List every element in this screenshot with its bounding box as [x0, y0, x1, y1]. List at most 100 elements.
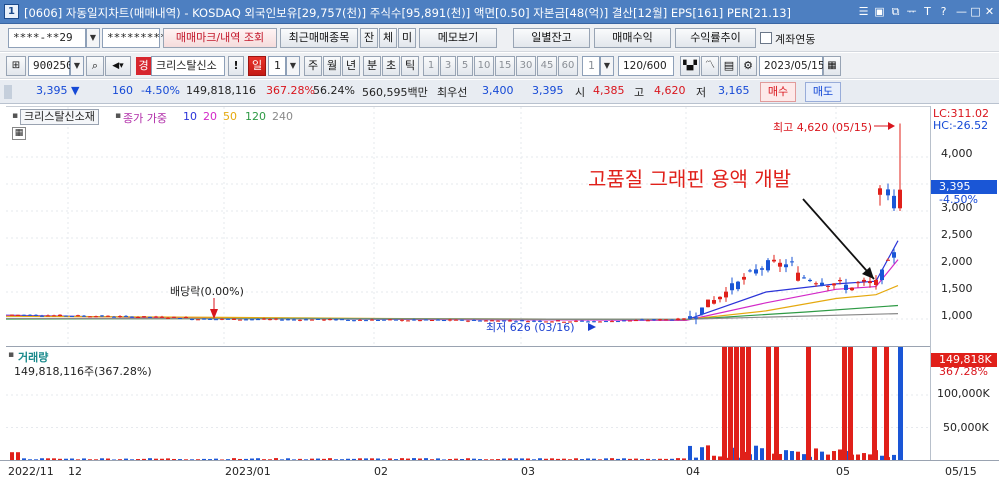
stock-code-input[interactable]: 900250 — [28, 56, 73, 76]
daily-balance-button[interactable]: 일별잔고 — [513, 28, 590, 48]
candle-body — [376, 319, 380, 321]
chart-settings-icon[interactable]: ⊞ — [6, 56, 26, 76]
period-daily-button[interactable]: 일 — [248, 56, 266, 76]
candle-body — [478, 320, 482, 322]
ytick-4000: 4,000 — [941, 147, 973, 160]
volume-bar — [16, 452, 20, 460]
candle-body — [130, 316, 134, 318]
candle-body — [616, 321, 620, 323]
period-yearly-button[interactable]: 년 — [342, 56, 360, 76]
candle-body — [640, 319, 644, 321]
interval-45-button[interactable]: 45 — [537, 56, 557, 76]
memo-view-button[interactable]: 메모보기 — [419, 28, 497, 48]
font-size-icon[interactable]: T — [921, 5, 934, 18]
interval-1-button[interactable]: 1 — [423, 56, 439, 76]
alert-icon[interactable]: ! — [228, 56, 244, 76]
interval-input[interactable]: 1 — [582, 56, 600, 76]
volume-grip-icon[interactable]: ▪ — [8, 350, 14, 360]
ytick-1500: 1,500 — [941, 282, 973, 295]
volume-bar — [688, 445, 692, 460]
save-icon[interactable]: ▤ — [720, 56, 738, 76]
table-view-icon[interactable]: ▦ — [12, 127, 26, 140]
candle-body — [364, 320, 368, 322]
interval-15-button[interactable]: 15 — [495, 56, 515, 76]
maximize-icon[interactable]: □ — [969, 5, 982, 18]
close-icon[interactable]: ✕ — [983, 5, 996, 18]
minimize-icon[interactable]: — — [955, 5, 968, 18]
period-tick-button[interactable]: 틱 — [401, 56, 419, 76]
buy-button[interactable]: 매수 — [760, 82, 796, 102]
password-input[interactable]: ********* — [102, 28, 167, 48]
unexecuted-button[interactable]: 미 — [398, 28, 416, 48]
candle-body — [850, 287, 854, 291]
period-second-button[interactable]: 초 — [382, 56, 400, 76]
candle-body — [820, 282, 824, 286]
volume-bar — [700, 447, 704, 460]
stock-name-field[interactable]: 크리스탈신소 — [151, 56, 225, 76]
candle-body — [112, 316, 116, 318]
period-count-input[interactable]: 1 — [268, 56, 286, 76]
candle-body — [676, 318, 680, 321]
candle-body — [334, 319, 338, 321]
period-monthly-button[interactable]: 월 — [323, 56, 341, 76]
price-chart[interactable] — [5, 107, 930, 345]
price-chart-panel[interactable]: ▪ 크리스탈신소재 ▪ 종가 가중 10 20 50 120 240 ▦ 배당락… — [5, 106, 930, 345]
interval-10-button[interactable]: 10 — [474, 56, 494, 76]
dividend-annotation: 배당락(0.00%) — [170, 285, 244, 298]
account-dropdown[interactable]: ▼ — [86, 28, 100, 48]
candle-body — [358, 319, 362, 321]
gear-icon[interactable]: ⚙ — [739, 56, 757, 76]
calendar-icon[interactable]: ▦ — [823, 56, 841, 76]
interval-5-button[interactable]: 5 — [457, 56, 473, 76]
pin-icon[interactable]: ᅲ — [905, 5, 918, 18]
candle-body — [592, 321, 596, 323]
trade-amount: 560,595백만 — [362, 86, 428, 99]
candle-body — [790, 261, 794, 263]
xtick-2023-01: 2023/01 — [225, 465, 271, 478]
candle-body — [286, 319, 290, 321]
speaker-icon[interactable]: ◀▾ — [105, 56, 131, 76]
interval-60-button[interactable]: 60 — [558, 56, 578, 76]
stock-code-dropdown[interactable]: ▼ — [70, 56, 84, 76]
legend-grip-icon[interactable]: ▪ — [12, 111, 18, 121]
sell-button[interactable]: 매도 — [805, 82, 841, 102]
copy-window-icon[interactable]: ⧉ — [889, 5, 902, 18]
volume-bar — [706, 445, 710, 460]
legend-ma-grip-icon[interactable]: ▪ — [115, 111, 121, 121]
help-icon[interactable]: ? — [937, 5, 950, 18]
return-trend-button[interactable]: 수익률추이 — [675, 28, 756, 48]
low-price: 3,165 — [718, 84, 750, 97]
account-input[interactable]: ****-**29 — [8, 28, 86, 48]
period-weekly-button[interactable]: 주 — [304, 56, 322, 76]
data-count-input[interactable]: 120/600 — [618, 56, 674, 76]
interval-3-button[interactable]: 3 — [440, 56, 456, 76]
search-icon[interactable]: ⌕ — [86, 56, 104, 76]
menu-icon[interactable]: ☰ — [857, 5, 870, 18]
interval-30-button[interactable]: 30 — [516, 56, 536, 76]
date-input[interactable]: 2023/05/15 — [759, 56, 825, 76]
price-axis[interactable]: LC:311.02 HC:-26.52 4,000 3,000 2,500 2,… — [930, 106, 999, 460]
date-axis[interactable]: 2022/11 12 2023/01 02 03 04 05 05/15 — [0, 460, 999, 485]
low-annotation: 최저 626 (03/16) — [486, 321, 575, 334]
volume-pct-marker: 367.28% — [939, 365, 988, 378]
trend-line-icon[interactable]: 〽 — [701, 56, 719, 76]
candle-body — [160, 316, 164, 318]
candle-body — [124, 315, 128, 317]
volume-bar — [838, 449, 842, 460]
period-count-dropdown[interactable]: ▼ — [286, 56, 300, 76]
account-link-checkbox[interactable] — [760, 32, 772, 44]
candle-body — [154, 316, 158, 318]
period-minute-button[interactable]: 분 — [363, 56, 381, 76]
recent-trades-button[interactable]: 최근매매종목 — [280, 28, 358, 48]
legend-stock-name[interactable]: 크리스탈신소재 — [20, 109, 99, 125]
balance-button[interactable]: 잔 — [360, 28, 378, 48]
trade-volume: 149,818,116 — [186, 84, 256, 97]
restore-icon[interactable]: ▣ — [873, 5, 886, 18]
volume-chart-panel[interactable]: ▪ 거래량 149,818,116주(367.28%) — [6, 0, 930, 460]
legend-ma120: 120 — [245, 110, 266, 123]
interval-dropdown[interactable]: ▼ — [600, 56, 614, 76]
chart-tool-icon[interactable]: ▚▞ — [680, 56, 700, 76]
executed-button[interactable]: 체 — [379, 28, 397, 48]
trade-mark-query-button[interactable]: 매매마크/내역 조회 — [163, 28, 277, 48]
trade-profit-button[interactable]: 매매수익 — [594, 28, 671, 48]
